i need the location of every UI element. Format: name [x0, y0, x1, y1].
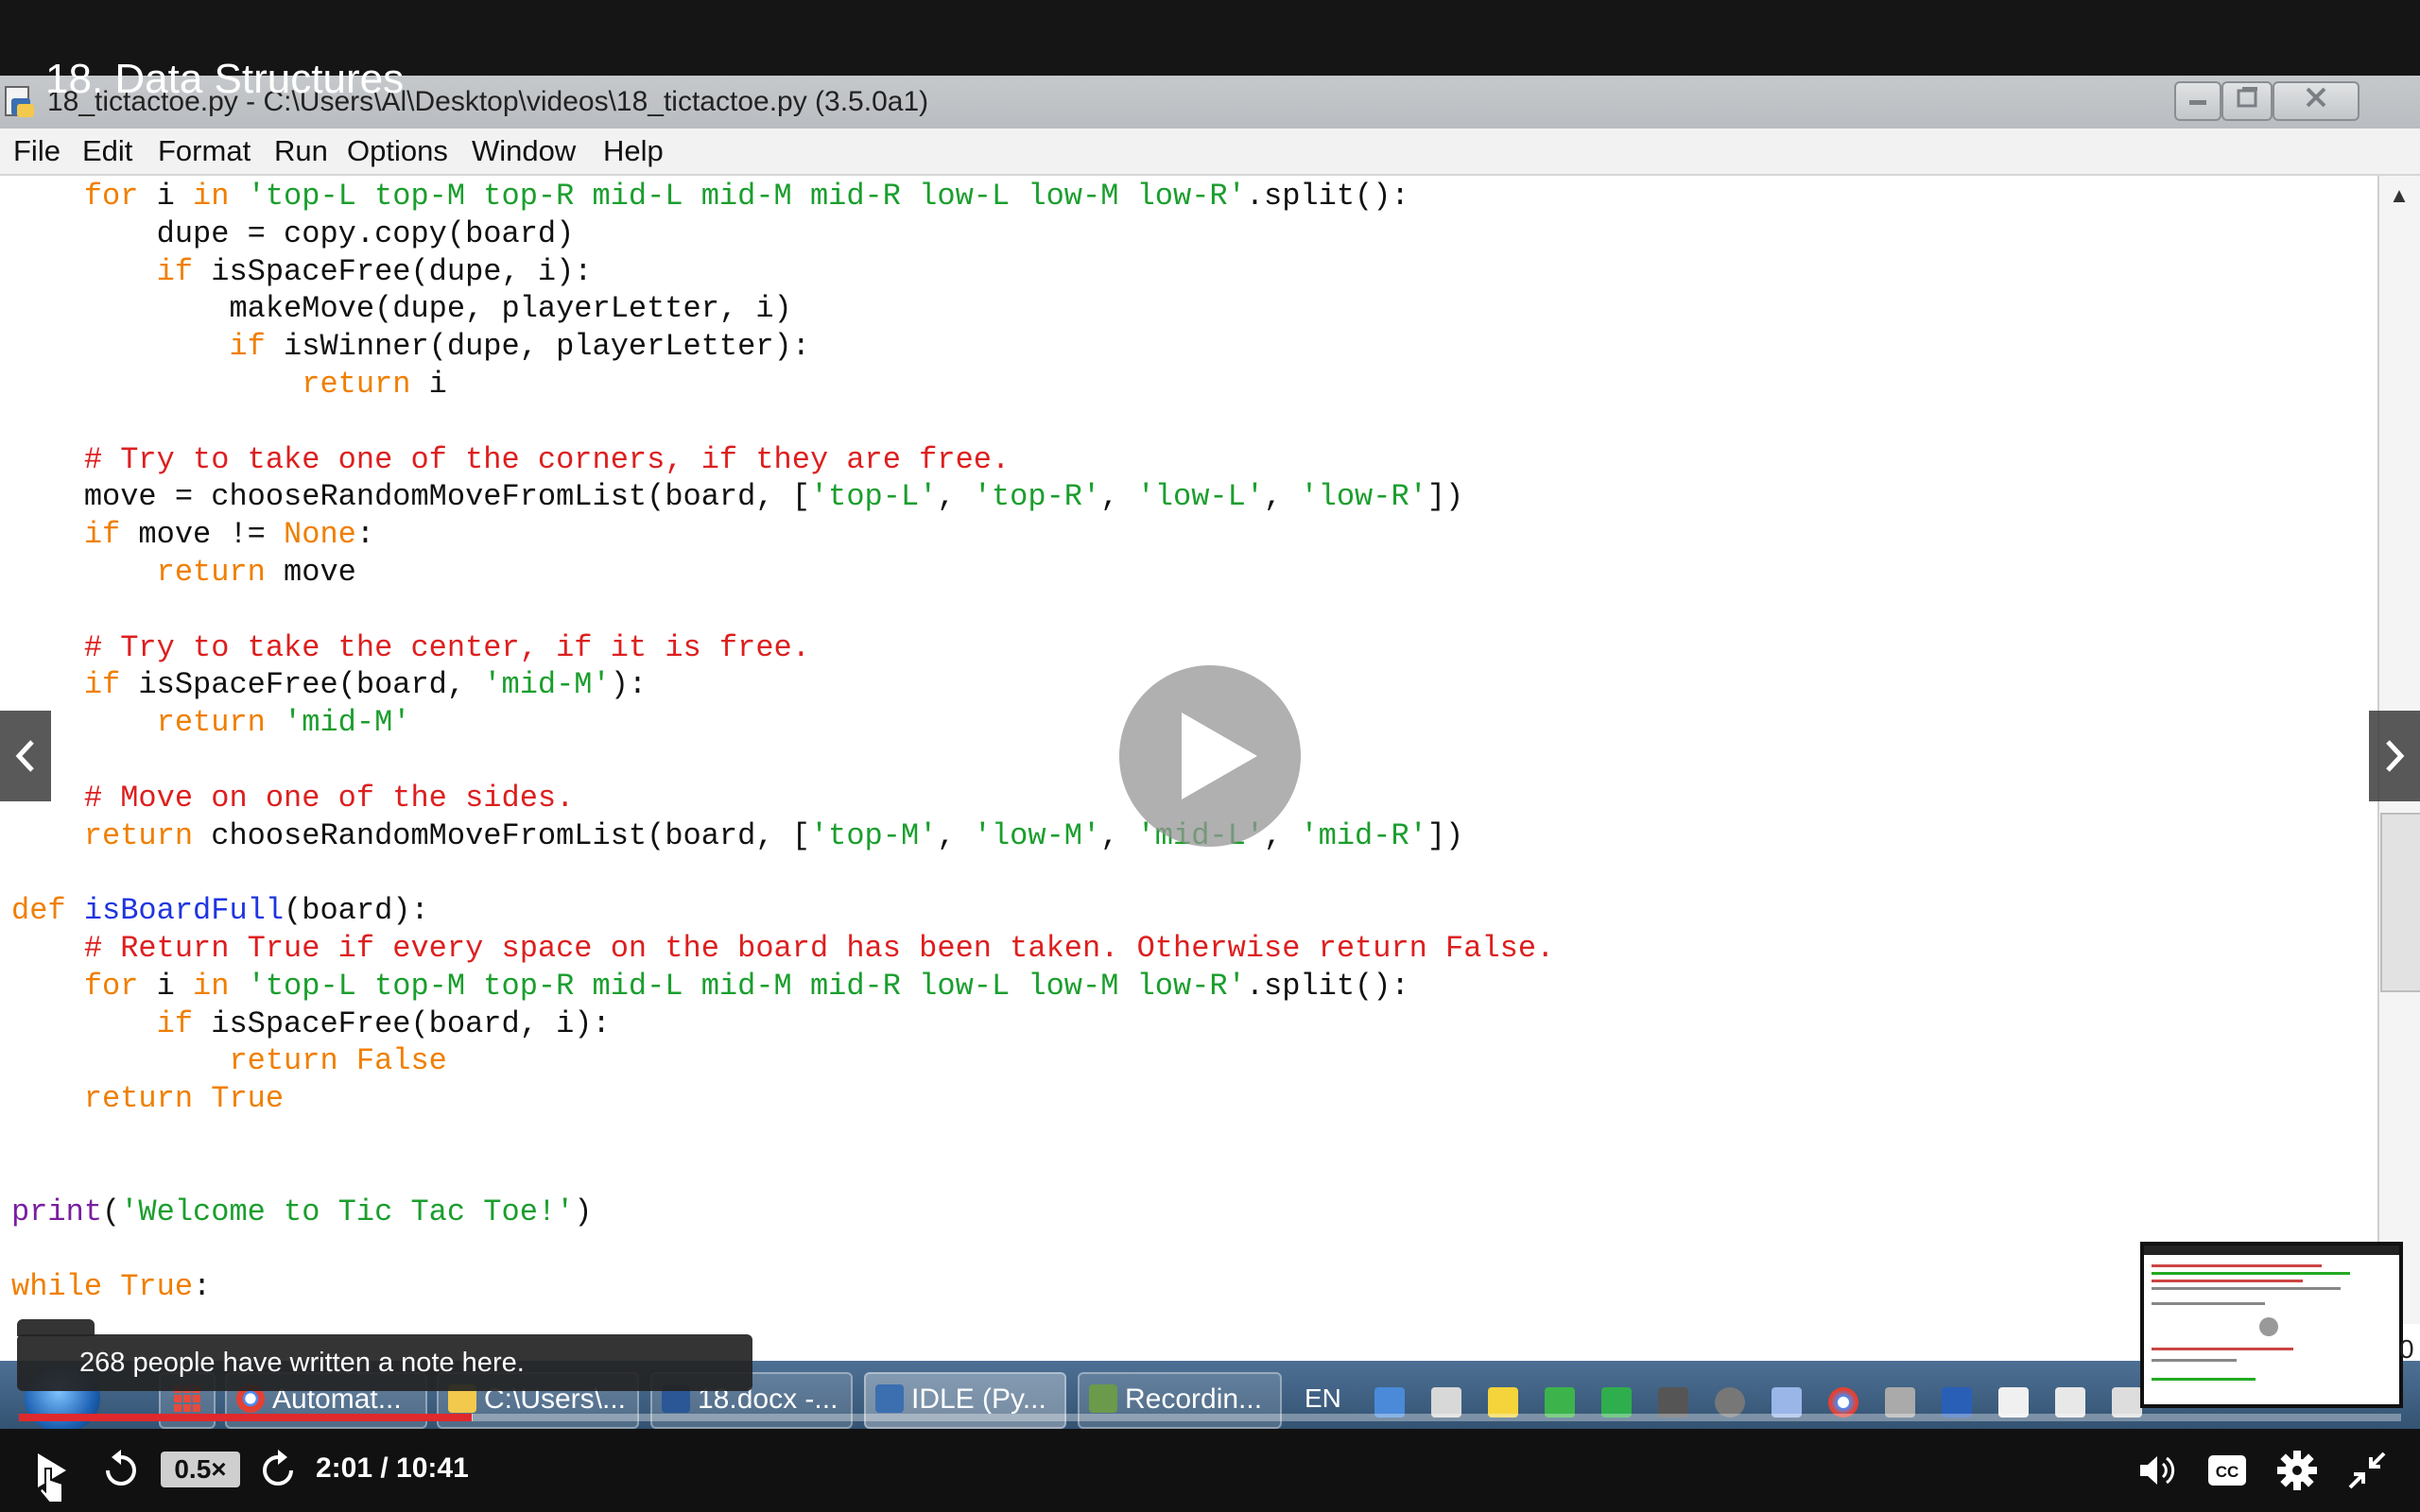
thumbnail-top-bar [2144, 1246, 2399, 1255]
python-icon [875, 1384, 904, 1414]
code-line: if isSpaceFree(dupe, i): [156, 253, 593, 289]
code-line: return move [156, 555, 356, 590]
code-line: print('Welcome to Tic Tac Toe!') [11, 1194, 593, 1229]
recorder-icon [1089, 1384, 1117, 1414]
progress-played [19, 1414, 472, 1421]
note-tooltip-text: 268 people have written a note here. [79, 1348, 525, 1378]
language-indicator: EN [1305, 1383, 1341, 1413]
code-line: makeMove(dupe, playerLetter, i) [11, 291, 792, 327]
thumbnail-counter: 0 [2399, 1334, 2414, 1364]
code-line: for i in 'top-L top-M top-R mid-L mid-M … [83, 968, 1409, 1004]
code-line: return True [83, 1081, 285, 1117]
code-line: def isBoardFull(board): [11, 893, 429, 929]
svg-text:CC: CC [2216, 1463, 2239, 1481]
settings-gear-icon[interactable] [2274, 1448, 2320, 1493]
big-play-button[interactable] [1119, 665, 1301, 847]
menu-format[interactable]: Format [158, 132, 251, 170]
code-line: # Try to take one of the corners, if the… [83, 441, 1011, 477]
volume-icon[interactable] [2135, 1448, 2180, 1493]
captions-icon[interactable]: CC [2204, 1448, 2250, 1493]
python-file-icon [5, 86, 34, 117]
code-line: # Return True if every space on the boar… [83, 931, 1555, 966]
minimize-button[interactable] [2174, 81, 2221, 121]
code-line: if isWinner(dupe, playerLetter): [229, 329, 810, 365]
code-line: if isSpaceFree(board, 'mid-M'): [83, 667, 648, 703]
menu-file[interactable]: File [13, 132, 60, 170]
next-video-button[interactable] [2369, 711, 2420, 801]
previous-video-button[interactable] [0, 711, 51, 801]
playback-speed-button[interactable]: 0.5× [161, 1452, 240, 1487]
thumbnail-line [2152, 1348, 2293, 1350]
thumbnail-line [2152, 1359, 2237, 1362]
code-line: for i in 'top-L top-M top-R mid-L mid-M … [83, 179, 1409, 214]
code-line: return 'mid-M' [156, 705, 411, 741]
code-line: dupe = copy.copy(board) [11, 215, 575, 251]
code-line: move = chooseRandomMoveFromList(board, [… [11, 479, 1464, 515]
code-line: if move != None: [83, 517, 375, 553]
video-frame[interactable]: 18. Data Structures 18_tictactoe.py - C:… [0, 0, 2420, 1512]
code-line: # Move on one of the sides. [83, 780, 575, 816]
forward-icon[interactable] [255, 1448, 301, 1493]
thumbnail-line [2152, 1264, 2322, 1267]
code-line: return False [229, 1043, 447, 1079]
thumbnail-line [2152, 1378, 2256, 1381]
menu-window[interactable]: Window [472, 132, 576, 170]
mouse-cursor-icon [38, 1468, 63, 1503]
maximize-icon [2237, 87, 2257, 108]
menu-help[interactable]: Help [603, 132, 664, 170]
taskbar-button-label: IDLE (Py... [911, 1383, 1046, 1415]
preview-thumbnail [2140, 1242, 2403, 1408]
video-title: 18. Data Structures [45, 56, 405, 102]
code-line: # Try to take the center, if it is free. [83, 629, 810, 665]
play-icon [1182, 713, 1257, 799]
scrollbar-thumb[interactable] [2380, 813, 2420, 992]
time-display: 2:01 / 10:41 [316, 1452, 469, 1484]
thumbnail-line [2152, 1280, 2303, 1282]
menu-edit[interactable]: Edit [82, 132, 132, 170]
chevron-right-icon [2386, 740, 2405, 772]
close-button[interactable] [2273, 81, 2360, 121]
thumbnail-line [2152, 1302, 2265, 1305]
scroll-up-icon[interactable]: ▲ [2382, 180, 2416, 212]
thumbnail-line [2152, 1272, 2350, 1275]
chevron-left-icon [15, 740, 34, 772]
menu-options[interactable]: Options [347, 132, 448, 170]
code-line: return i [302, 367, 447, 402]
exit-fullscreen-icon[interactable] [2344, 1448, 2390, 1493]
thumbnail-line [2152, 1287, 2341, 1290]
taskbar-button-label: Recordin... [1125, 1383, 1263, 1415]
close-icon [2306, 87, 2326, 108]
maximize-button[interactable] [2221, 81, 2273, 121]
code-line: while True: [11, 1269, 212, 1305]
menu-run[interactable]: Run [274, 132, 328, 170]
rewind-icon[interactable] [98, 1448, 144, 1493]
code-line: if isSpaceFree(board, i): [156, 1005, 611, 1041]
note-tooltip: 268 people have written a note here. [17, 1334, 752, 1391]
minimize-icon [2189, 100, 2206, 105]
thumbnail-play-icon [2259, 1317, 2278, 1336]
